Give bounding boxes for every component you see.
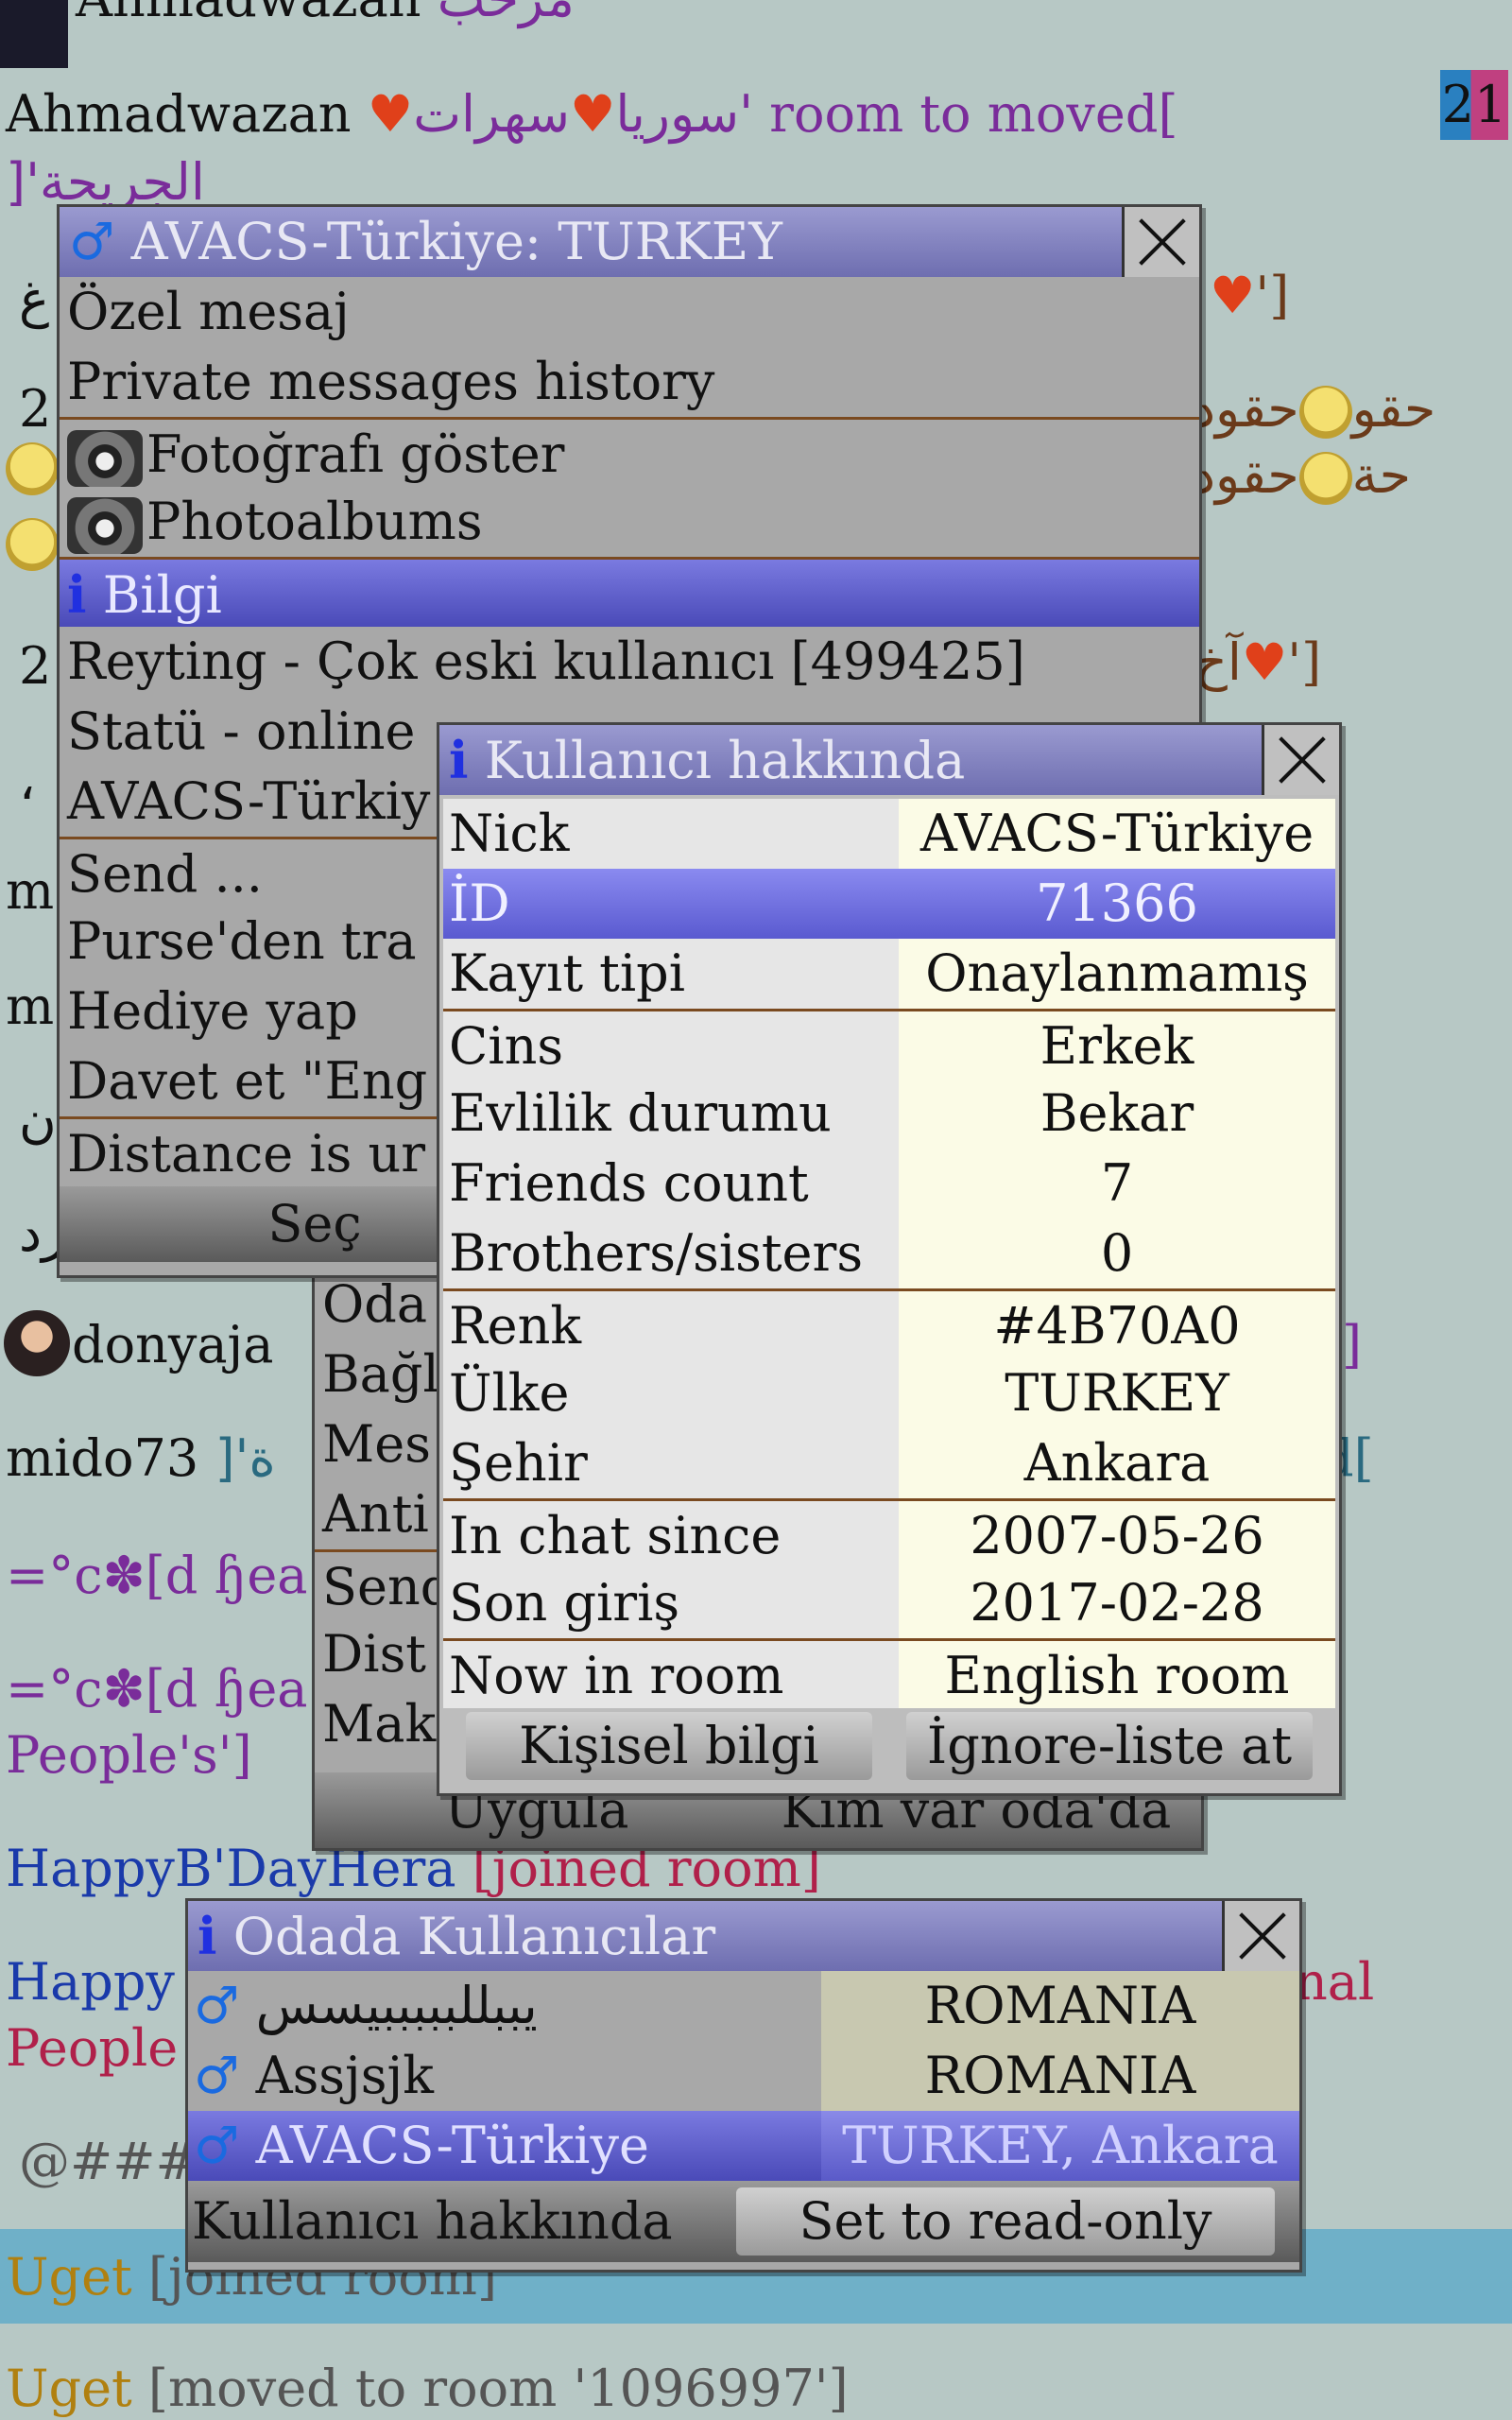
chat-nick[interactable]: Ahmadwazan — [6, 84, 352, 144]
chat-nick[interactable]: Uget — [6, 2247, 132, 2307]
hand-icon — [0, 0, 68, 68]
room-users-title: Odada Kullanıcılar — [232, 1907, 716, 1966]
close-icon[interactable] — [1222, 1901, 1299, 1971]
chat-message: سوريا — [615, 84, 740, 144]
info-row-registration[interactable]: Kayıt tipi Onaylanmamış — [443, 939, 1335, 1009]
info-dialog-title: Kullanıcı hakkında — [484, 731, 966, 790]
chat-fragment: m — [6, 977, 55, 1036]
info-row-city[interactable]: Şehir Ankara — [443, 1428, 1335, 1498]
context-menu-titlebar: ♂ AVACS-Türkiye: TURKEY — [60, 207, 1199, 277]
male-icon: ♂ — [194, 2046, 240, 2105]
info-row-last-login[interactable]: Son giriş 2017-02-28 — [443, 1568, 1335, 1638]
room-users-titlebar: i Odada Kullanıcılar — [188, 1901, 1299, 1971]
menu-item-photoalbums[interactable]: Photoalbums — [60, 487, 1199, 557]
camera-icon — [67, 430, 143, 487]
info-icon: i — [449, 730, 469, 790]
chat-line: Ahmadwazan ♥ سوريا♥سهرات' room to moved[ — [6, 79, 1178, 149]
info-row-marital[interactable]: Evlilik durumu Bekar — [443, 1079, 1335, 1149]
info-dialog-titlebar: i Kullanıcı hakkında — [439, 725, 1339, 795]
room-users-buttons: Kullanıcı hakkında Set to read-only — [188, 2181, 1299, 2262]
context-menu-title: AVACS-Türkiye: TURKEY — [130, 212, 782, 271]
room-user-row[interactable]: ♂ يببللبببببيسس ROMANIA — [188, 1971, 1299, 2041]
chat-message: People — [6, 2018, 179, 2078]
info-icon: i — [198, 1906, 217, 1966]
info-dialog-buttons: Kişisel bilgi İgnore-liste at — [439, 1708, 1339, 1780]
chat-fragment: ، — [19, 752, 36, 811]
male-icon: ♂ — [69, 212, 115, 271]
room-user-row[interactable]: ♂ Assjsjk ROMANIA — [188, 2041, 1299, 2111]
chat-fragment: @### — [19, 2132, 198, 2191]
menu-item-private-message[interactable]: Özel mesaj — [60, 277, 1199, 347]
smiley-icon — [1298, 386, 1352, 440]
smiley-icon — [6, 518, 59, 571]
info-row-room[interactable]: Now in room English room — [443, 1638, 1335, 1708]
camera-icon — [67, 497, 143, 554]
read-only-button[interactable]: Set to read-only — [736, 2187, 1275, 2256]
smiley-icon — [1298, 452, 1352, 506]
chat-line: Ahmadwazan مرحب — [76, 0, 575, 34]
about-user-button[interactable]: Kullanıcı hakkında — [188, 2187, 736, 2256]
chat-fragment: 2 — [19, 636, 52, 696]
info-icon: i — [67, 564, 87, 625]
room-user-row[interactable]: ♂ AVACS-Türkiye TURKEY, Ankara — [188, 2111, 1299, 2181]
chat-message: مرحب — [438, 0, 575, 28]
close-icon[interactable] — [1262, 725, 1339, 795]
chat-message: ]'ة — [215, 1428, 276, 1488]
personal-info-button[interactable]: Kişisel bilgi — [466, 1712, 872, 1780]
menu-item-pm-history[interactable]: Private messages history — [60, 347, 1199, 417]
chat-nick[interactable]: mido73 — [6, 1428, 198, 1488]
heart-icon: ♥ — [569, 84, 616, 144]
info-row-friends[interactable]: Friends count 7 — [443, 1149, 1335, 1219]
info-row-id[interactable]: İD 71366 — [443, 869, 1335, 939]
chat-fragment: ♥'] — [1210, 266, 1290, 325]
chat-fragment: حةحقود — [1193, 445, 1411, 506]
chat-fragment: 2 — [19, 379, 52, 439]
info-row-gender[interactable]: Cins Erkek — [443, 1009, 1335, 1079]
menu-item-rating[interactable]: Reyting - Çok eski kullanıcı [499425] — [60, 627, 1199, 697]
chat-message: People's'] — [6, 1725, 252, 1785]
chat-line: mido73 ]'ة — [6, 1424, 276, 1494]
chat-nick[interactable]: Uget — [6, 2359, 132, 2418]
user-avatar[interactable] — [4, 1310, 70, 1376]
chat-fragment: حقوحقود — [1193, 379, 1436, 440]
chat-fragment: nal — [1295, 1952, 1375, 2012]
chat-fragment: m — [6, 861, 55, 921]
chat-fragment: ن — [19, 1090, 57, 1150]
chat-nick[interactable]: Happy — [6, 1947, 175, 2017]
chat-fragment: غ — [19, 269, 50, 329]
unread-counter[interactable]: 21 — [1440, 70, 1508, 140]
chat-nick[interactable]: donyaja — [72, 1310, 274, 1380]
info-row-chat-since[interactable]: In chat since 2007-05-26 — [443, 1498, 1335, 1568]
info-row-country[interactable]: Ülke TURKEY — [443, 1358, 1335, 1428]
smiley-icon — [6, 442, 59, 495]
chat-fragment: ] — [1342, 1315, 1363, 1374]
chat-message: room to moved[ — [769, 84, 1178, 144]
info-row-nick[interactable]: Nick AVACS-Türkiye — [443, 799, 1335, 869]
ignore-list-button[interactable]: İgnore-liste at — [906, 1712, 1313, 1780]
info-row-siblings[interactable]: Brothers/sisters 0 — [443, 1219, 1335, 1288]
chat-fragment: آخ♥'] — [1194, 632, 1322, 692]
chat-nick[interactable]: =°c✽[d ɧea — [6, 1541, 307, 1611]
chat-message: [moved to room '1096997'] — [147, 2359, 849, 2418]
info-row-color[interactable]: Renk #4B70A0 — [443, 1288, 1335, 1358]
menu-item-show-photo[interactable]: Fotoğrafı göster — [60, 417, 1199, 487]
heart-icon: ♥ — [1241, 632, 1288, 692]
chat-line: Uget [moved to room '1096997'] — [6, 2354, 849, 2420]
heart-icon: ♥ — [367, 84, 414, 144]
heart-icon: ♥ — [1210, 266, 1256, 325]
room-users-dialog: i Odada Kullanıcılar ♂ يببللبببببيسس ROM… — [185, 1898, 1302, 2273]
male-icon: ♂ — [194, 2116, 240, 2175]
menu-item-info[interactable]: i Bilgi — [60, 557, 1199, 627]
chat-nick: Ahmadwazan — [76, 0, 421, 28]
close-icon[interactable] — [1122, 207, 1199, 277]
chat-nick[interactable]: =°c✽[d ɧea — [6, 1654, 307, 1724]
user-info-dialog: i Kullanıcı hakkında Nick AVACS-Türkiye İ… — [437, 722, 1342, 1796]
male-icon: ♂ — [194, 1976, 240, 2035]
